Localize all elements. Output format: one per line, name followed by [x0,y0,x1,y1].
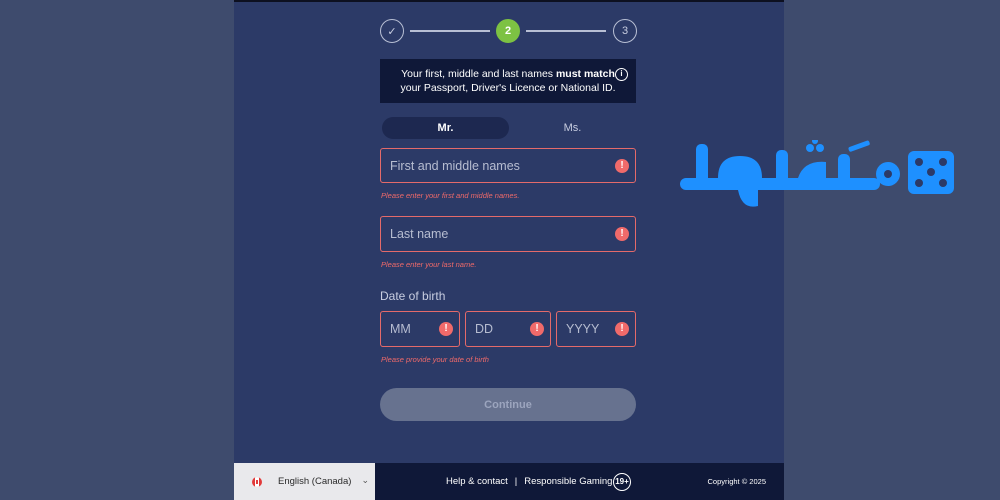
logo-letter [738,190,758,207]
logo-dot [812,140,818,144]
step-3-label: 3 [621,25,629,37]
dice-pip [927,168,935,176]
footer-links: Help & contact | Responsible Gaming [446,463,612,500]
canada-flag-icon [252,476,262,487]
registration-panel: ✓ 2 3 Your first, middle and last names … [234,0,784,500]
language-label: English (Canada) [278,476,352,487]
logo-letter [838,154,850,184]
logo-letter [798,161,826,178]
watermark-logo [680,140,954,207]
logo-letter [776,150,788,184]
logo-dot [806,144,814,152]
step-2-label: 2 [504,25,512,37]
notice-text-1: Your first, middle and last names [401,68,556,80]
step-3: 3 [613,19,637,43]
error-icon: ! [530,322,544,336]
first-name-input[interactable] [390,149,635,182]
title-option-mr[interactable]: Mr. [382,117,509,139]
error-icon: ! [615,227,629,241]
info-icon[interactable]: i [615,68,628,81]
last-name-field-wrapper: ! [380,216,636,252]
last-name-input[interactable] [390,217,635,251]
dob-month-wrapper: ! [380,311,460,347]
logo-letter [718,156,762,178]
step-1-complete: ✓ [380,19,404,43]
dice-pip [939,158,947,166]
help-contact-link[interactable]: Help & contact [446,476,508,487]
ball-pattern [884,170,892,178]
notice-emphasis: must match [555,68,615,80]
step-connector-2 [526,30,606,32]
title-toggle: Mr. Ms. [382,117,636,139]
dob-label: Date of birth [380,289,446,303]
footer: English (Canada) ⌄ Help & contact | Resp… [234,463,784,500]
check-icon: ✓ [387,25,397,38]
footer-separator: | [514,476,518,487]
dob-day-wrapper: ! [465,311,551,347]
copyright-text: Copyright © 2025 [707,477,766,486]
error-icon: ! [615,322,629,336]
dob-error: Please provide your date of birth [381,355,489,364]
dice-pip [939,179,947,187]
logo-dot [816,144,824,152]
name-match-notice: Your first, middle and last names must m… [380,59,636,103]
logo-stroke [848,140,870,152]
dice-pip [915,179,923,187]
first-name-field-wrapper: ! [380,148,636,183]
dice-pip [915,158,923,166]
last-name-error: Please enter your last name. [381,260,477,269]
step-connector-1 [410,30,490,32]
chevron-down-icon: ⌄ [361,475,369,485]
continue-button[interactable]: Continue [380,388,636,421]
step-2-active: 2 [496,19,520,43]
logo-letter [696,144,708,184]
language-selector[interactable]: English (Canada) ⌄ [234,463,375,500]
dob-year-wrapper: ! [556,311,636,347]
title-option-ms[interactable]: Ms. [509,117,636,139]
error-icon: ! [439,322,453,336]
responsible-gaming-link[interactable]: Responsible Gaming [524,476,612,487]
error-icon: ! [615,158,629,173]
notice-text-2: your Passport, Driver's Licence or Natio… [400,82,616,94]
first-name-error: Please enter your first and middle names… [381,191,520,200]
age-19-plus-icon: 19+ [613,473,631,491]
top-bar [234,0,784,2]
